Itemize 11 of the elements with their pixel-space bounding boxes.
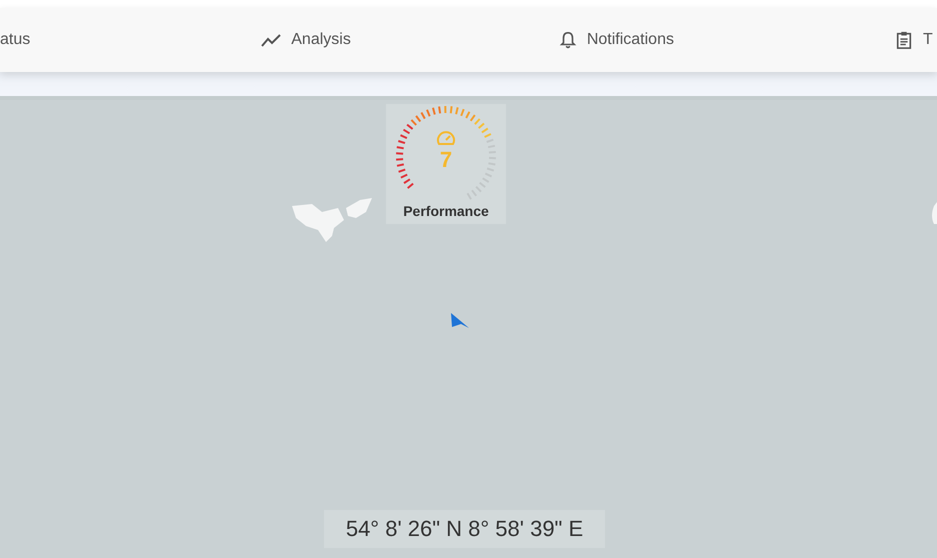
gauge-label: Performance <box>402 203 490 219</box>
bell-icon <box>558 30 577 50</box>
nav-tab[interactable]: Analysis <box>261 30 351 50</box>
nav-tab[interactable]: T <box>894 30 933 50</box>
position-arrow-icon <box>450 313 470 329</box>
nav-tab[interactable]: Notifications <box>558 30 674 50</box>
nav-tab[interactable]: atus <box>0 31 30 49</box>
coordinates-readout: 54° 8' 26" N 8° 58' 39" E <box>324 510 605 548</box>
gauge-value: 7 <box>438 147 454 173</box>
clipboard-icon <box>894 30 913 50</box>
speedometer-icon <box>436 130 456 146</box>
